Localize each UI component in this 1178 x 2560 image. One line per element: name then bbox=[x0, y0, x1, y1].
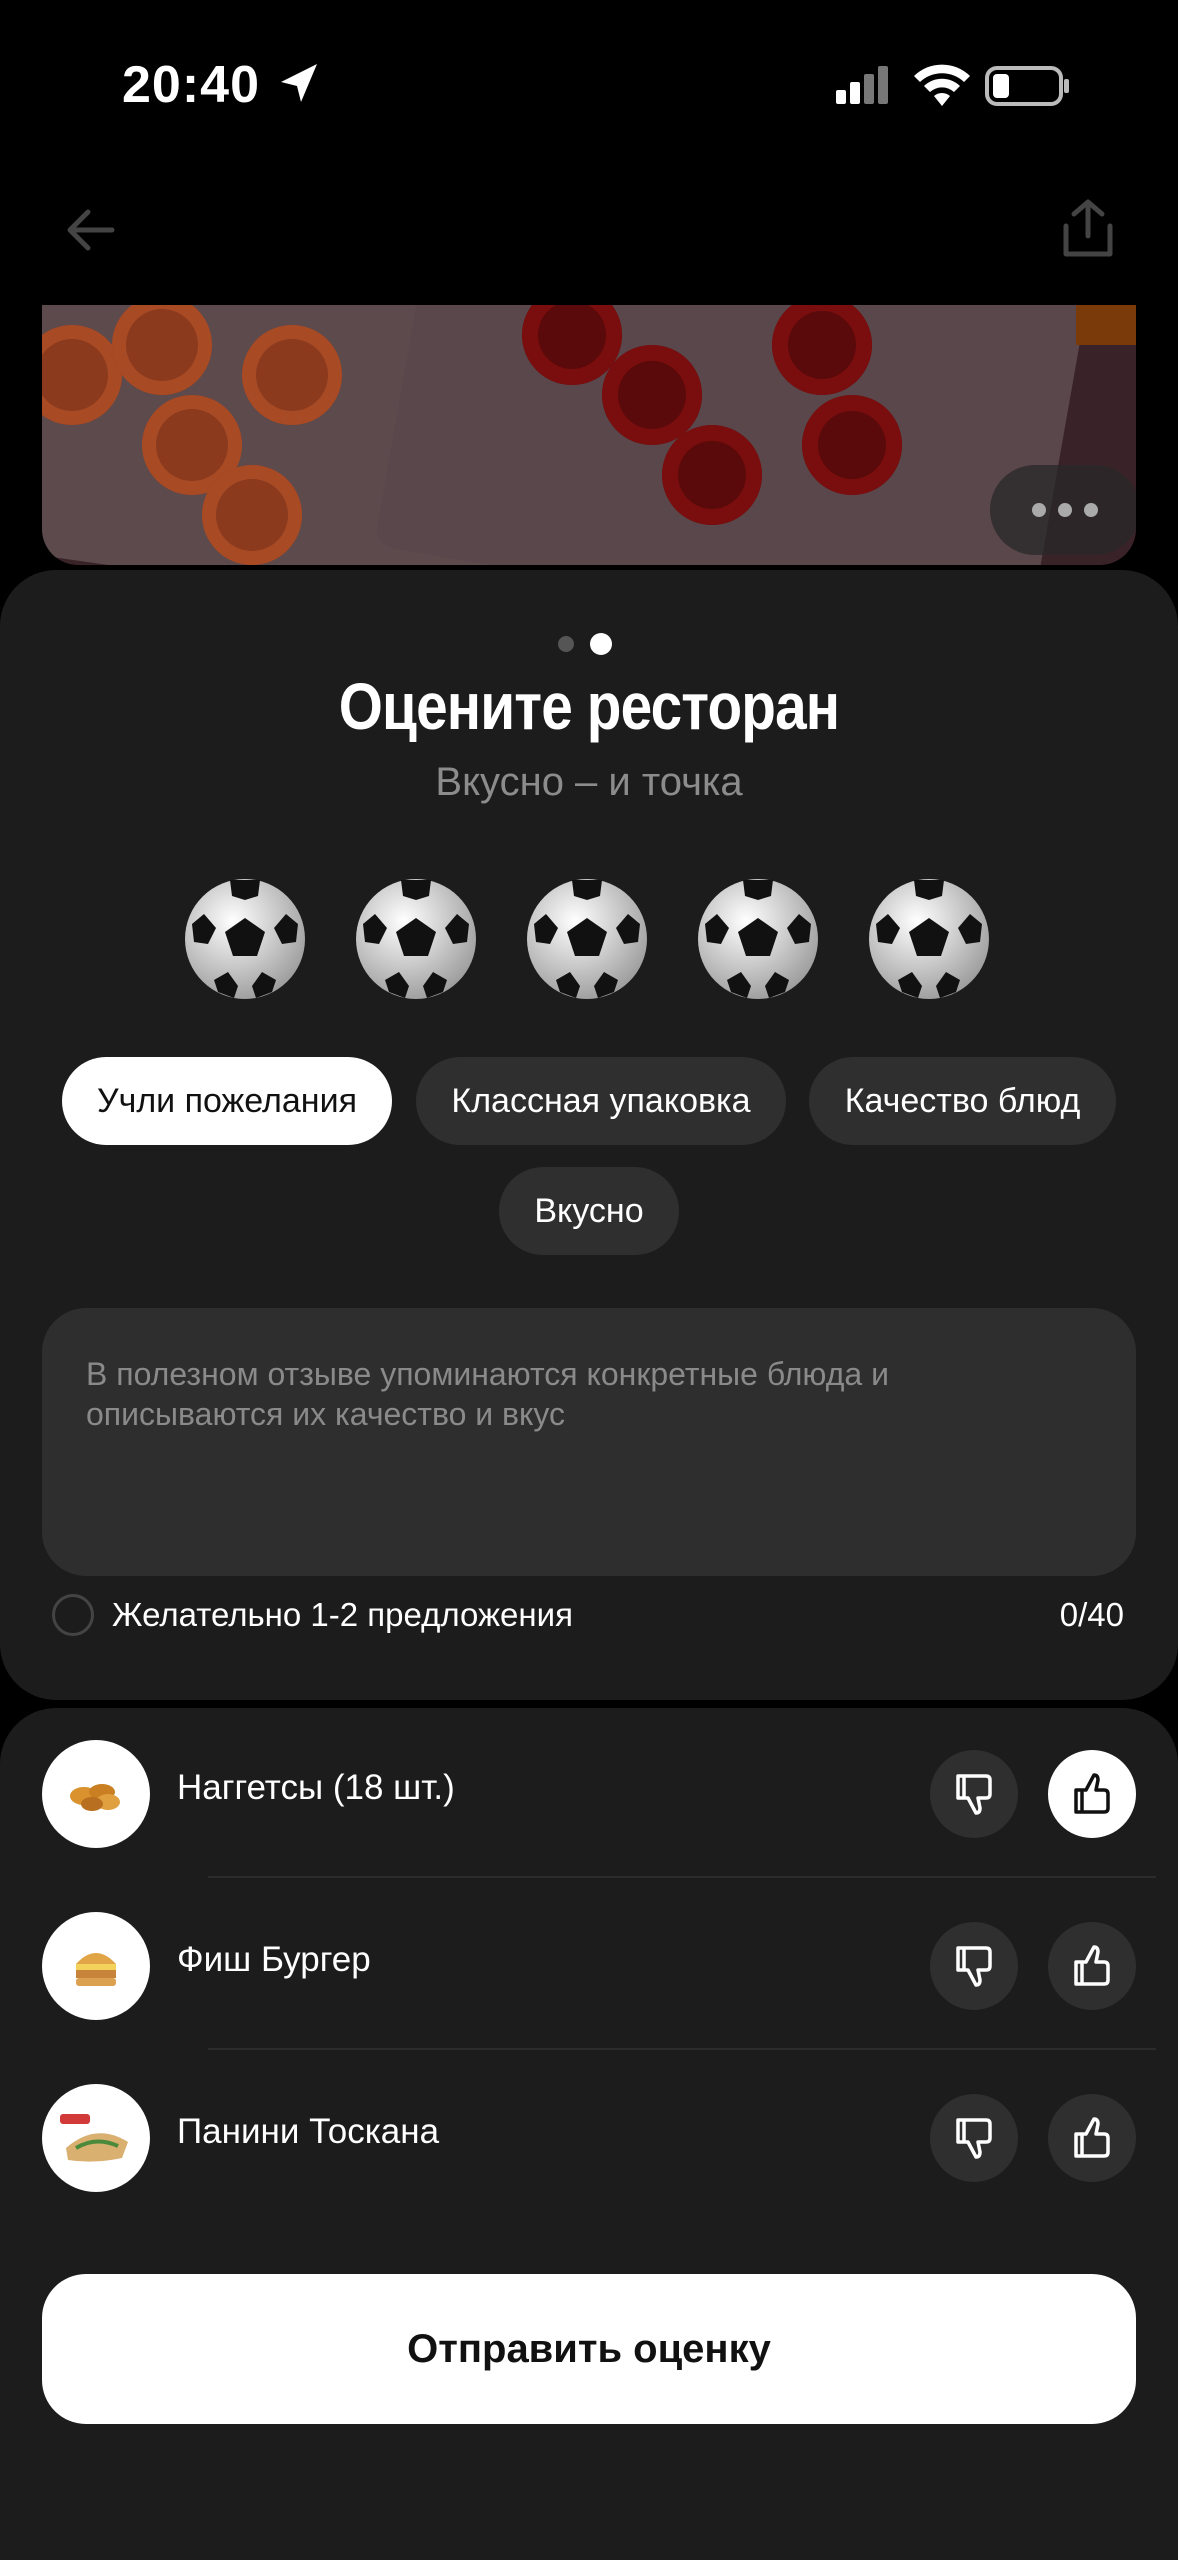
dish-image-nuggets bbox=[42, 1740, 150, 1848]
character-counter: 0/40 bbox=[1059, 1596, 1124, 1633]
status-bar: 20:40 bbox=[0, 0, 1178, 170]
thumbs-up-icon bbox=[1074, 2117, 1110, 2158]
dishes-section: Наггетсы (18 шт.) Фиш Бургер Панини Тоск… bbox=[0, 1708, 1178, 2560]
sushi-roll-image bbox=[802, 395, 902, 495]
review-textarea[interactable]: В полезном отзыве упоминаются конкретные… bbox=[42, 1308, 1136, 1576]
like-button[interactable] bbox=[1048, 1922, 1136, 2010]
gallery-pagination[interactable] bbox=[990, 465, 1136, 555]
restaurant-name: Вкусно – и точка bbox=[435, 760, 743, 804]
chip-klassnaya-upakovka[interactable]: Классная упаковка bbox=[416, 1057, 786, 1145]
thumbs-down-icon bbox=[956, 2118, 992, 2159]
step-dot bbox=[558, 636, 574, 652]
dislike-button[interactable] bbox=[930, 1922, 1018, 2010]
dish-row: Фиш Бургер bbox=[0, 1880, 1178, 2050]
status-time: 20:40 bbox=[122, 56, 260, 114]
dislike-button[interactable] bbox=[930, 1750, 1018, 1838]
progress-ring-icon bbox=[52, 1594, 94, 1636]
soccer-ball-icon[interactable] bbox=[866, 876, 992, 1002]
page-title: Оцените ресторан bbox=[338, 669, 840, 743]
restaurant-hero-image bbox=[42, 305, 1136, 565]
dish-name: Фиш Бургер bbox=[177, 1940, 371, 1979]
sushi-roll-image bbox=[202, 465, 302, 565]
dish-row: Наггетсы (18 шт.) bbox=[0, 1708, 1178, 1878]
decor-accent bbox=[1076, 305, 1136, 345]
wifi-icon bbox=[914, 64, 970, 106]
like-button[interactable] bbox=[1048, 1750, 1136, 1838]
soccer-ball-icon[interactable] bbox=[524, 876, 650, 1002]
dish-name: Наггетсы (18 шт.) bbox=[177, 1768, 455, 1807]
nav-bar bbox=[0, 170, 1178, 305]
share-icon[interactable] bbox=[1058, 196, 1118, 260]
sushi-roll-image bbox=[662, 425, 762, 525]
soccer-ball-icon[interactable] bbox=[182, 876, 308, 1002]
rating-stars bbox=[0, 876, 1178, 1006]
location-arrow-icon bbox=[281, 64, 317, 102]
divider bbox=[208, 2048, 1156, 2050]
battery-icon bbox=[985, 66, 1069, 106]
submit-rating-button[interactable]: Отправить оценку bbox=[42, 2274, 1136, 2424]
thumbs-down-icon bbox=[956, 1946, 992, 1987]
thumbs-down-icon bbox=[956, 1774, 992, 1815]
like-button[interactable] bbox=[1048, 2094, 1136, 2182]
dish-name: Панини Тоскана bbox=[177, 2112, 440, 2151]
sushi-roll-image bbox=[602, 345, 702, 445]
sushi-roll-image bbox=[242, 325, 342, 425]
soccer-ball-icon[interactable] bbox=[695, 876, 821, 1002]
chip-uchli-pozhelaniya[interactable]: Учли пожелания bbox=[62, 1057, 392, 1145]
thumbs-up-icon bbox=[1074, 1945, 1110, 1986]
dislike-button[interactable] bbox=[930, 2094, 1018, 2182]
back-arrow-icon[interactable] bbox=[60, 200, 120, 260]
chip-kachestvo-blyud[interactable]: Качество блюд bbox=[809, 1057, 1116, 1145]
chip-vkusno[interactable]: Вкусно bbox=[499, 1167, 679, 1255]
divider bbox=[208, 1876, 1156, 1878]
dish-row: Панини Тоскана bbox=[0, 2052, 1178, 2222]
review-hint: Желательно 1-2 предложения bbox=[112, 1596, 573, 1633]
cellular-signal-icon bbox=[836, 66, 888, 104]
thumbs-up-icon bbox=[1074, 1773, 1110, 1814]
soccer-ball-icon[interactable] bbox=[353, 876, 479, 1002]
step-dot-active bbox=[590, 633, 612, 655]
dish-image-panini bbox=[42, 2084, 150, 2192]
dish-image-fish-burger bbox=[42, 1912, 150, 2020]
review-placeholder: В полезном отзыве упоминаются конкретные… bbox=[86, 1356, 889, 1432]
